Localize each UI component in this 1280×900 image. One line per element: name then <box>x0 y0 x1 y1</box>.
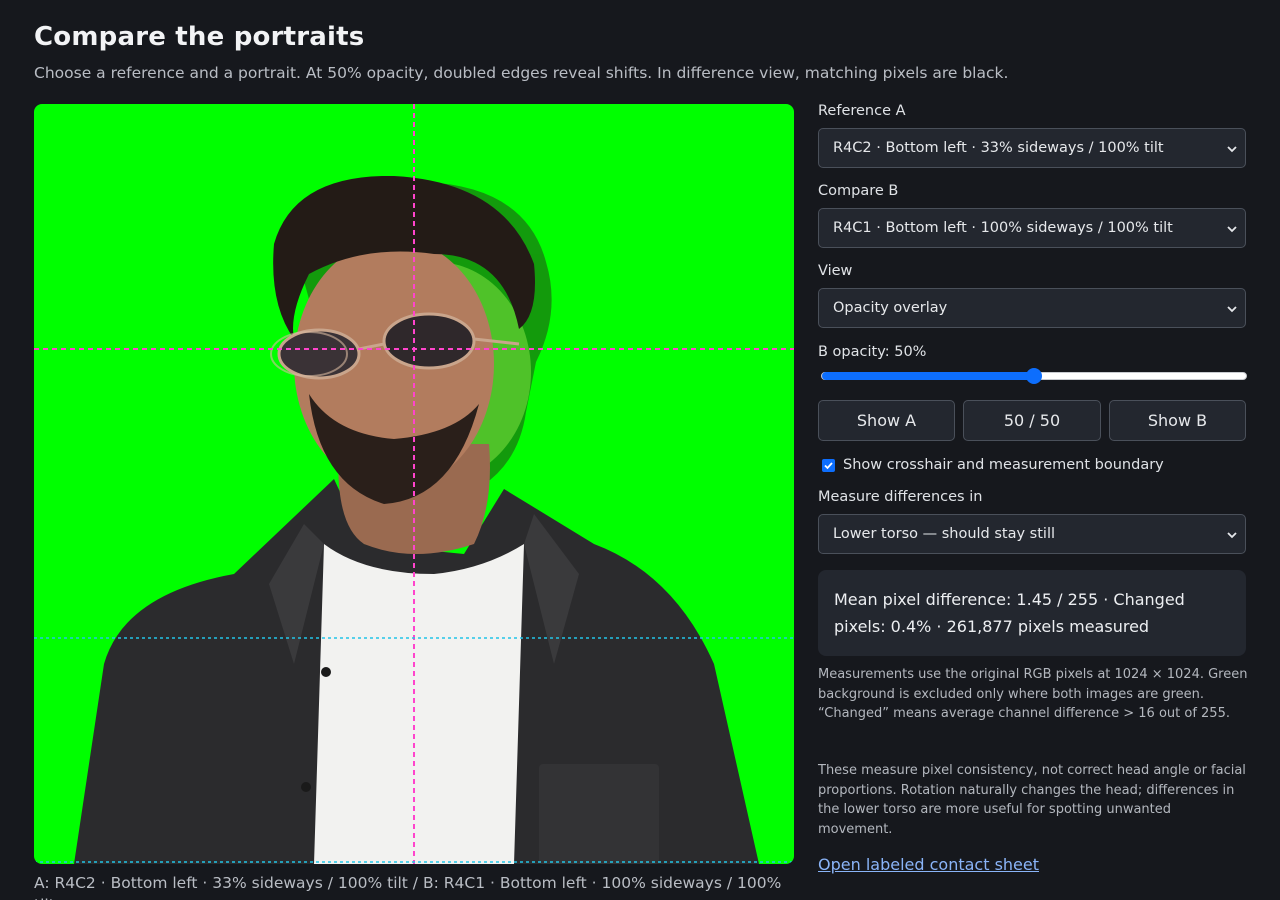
stats-text: Mean pixel difference: 1.45 / 255 · Chan… <box>834 590 1185 636</box>
chevron-down-icon <box>1227 306 1237 313</box>
reference-a-value: R4C2 · Bottom left · 33% sideways / 100%… <box>833 140 1164 156</box>
stats-box: Mean pixel difference: 1.45 / 255 · Chan… <box>818 570 1246 656</box>
show-a-button[interactable]: Show A <box>818 400 955 441</box>
page-title: Compare the portraits <box>34 22 365 52</box>
page-subtitle: Choose a reference and a portrait. At 50… <box>34 64 1009 82</box>
crosshair-checkbox[interactable] <box>822 458 835 472</box>
measure-value: Lower torso — should stay still <box>833 526 1055 542</box>
reference-a-label: Reference A <box>818 103 906 119</box>
opacity-label: B opacity: 50% <box>818 344 927 360</box>
reference-a-select[interactable]: R4C2 · Bottom left · 33% sideways / 100%… <box>818 128 1246 168</box>
compare-b-value: R4C1 · Bottom left · 100% sideways / 100… <box>833 220 1173 236</box>
crosshair-checkbox-label: Show crosshair and measurement boundary <box>843 457 1164 473</box>
portrait-overlay-image <box>34 104 794 864</box>
view-label: View <box>818 263 853 279</box>
measurement-note: Measurements use the original RGB pixels… <box>818 667 1248 722</box>
fifty-fifty-button[interactable]: 50 / 50 <box>963 400 1101 441</box>
measure-select[interactable]: Lower torso — should stay still <box>818 514 1246 554</box>
tshirt-shape <box>314 544 524 864</box>
view-select[interactable]: Opacity overlay <box>818 288 1246 328</box>
viewer-caption: A: R4C2 · Bottom left · 33% sideways / 1… <box>34 874 782 900</box>
portrait-overlay-viewer[interactable] <box>34 104 794 864</box>
compare-b-select[interactable]: R4C1 · Bottom left · 100% sideways / 100… <box>818 208 1246 248</box>
compare-b-label: Compare B <box>818 183 899 199</box>
consistency-note: These measure pixel consistency, not cor… <box>818 763 1246 837</box>
chevron-down-icon <box>1227 226 1237 233</box>
crosshair-checkbox-row[interactable]: Show crosshair and measurement boundary <box>822 457 1164 473</box>
chevron-down-icon <box>1227 532 1237 539</box>
show-b-button[interactable]: Show B <box>1109 400 1246 441</box>
checkmark-icon <box>824 461 833 469</box>
opacity-slider-thumb[interactable] <box>1026 368 1042 384</box>
measure-label: Measure differences in <box>818 489 983 505</box>
contact-sheet-link[interactable]: Open labeled contact sheet <box>818 855 1039 874</box>
view-value: Opacity overlay <box>833 300 948 316</box>
opacity-slider-fill <box>822 372 1035 380</box>
chevron-down-icon <box>1227 146 1237 153</box>
